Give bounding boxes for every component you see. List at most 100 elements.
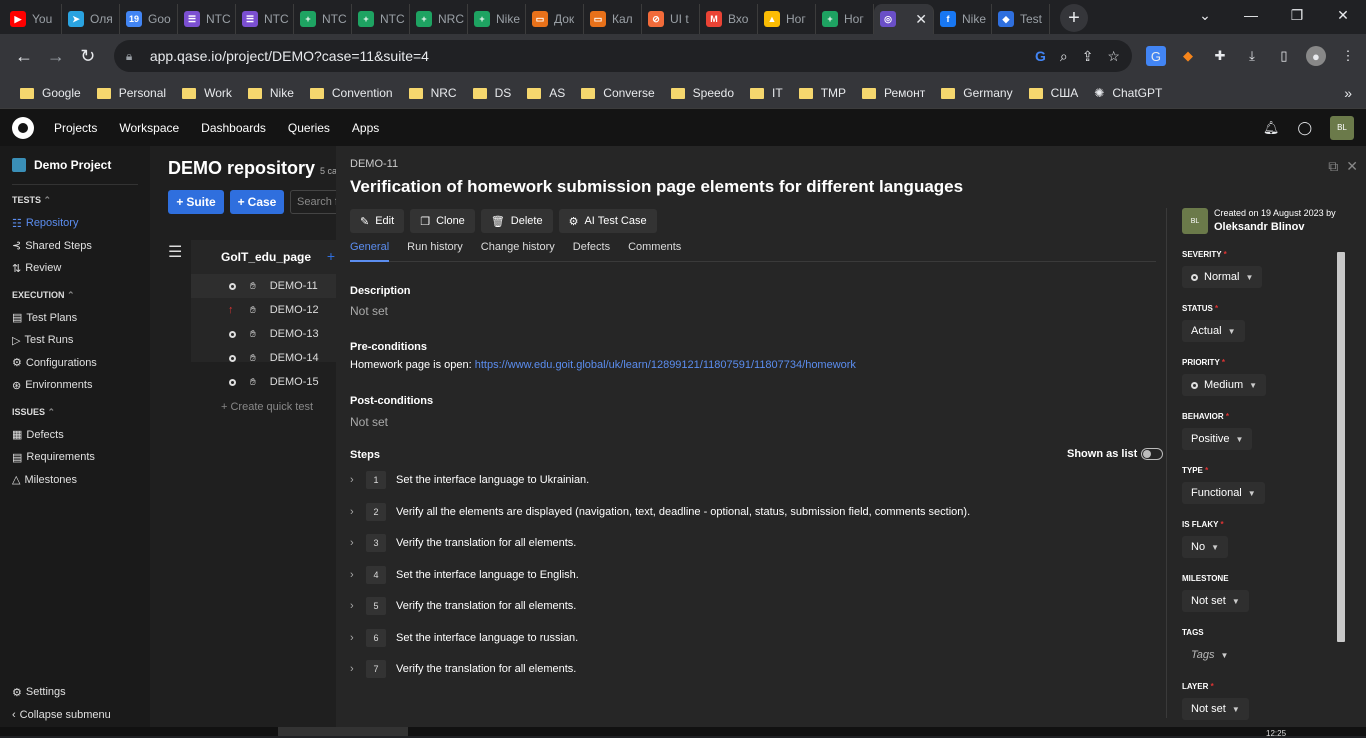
test-step[interactable]: › 6 Set the interface language to russian. (350, 628, 578, 648)
browser-tab[interactable]: ▶ You (4, 4, 62, 34)
qase-logo-icon[interactable] (12, 116, 34, 139)
chevron-right-icon[interactable]: › (350, 506, 366, 518)
test-step[interactable]: › 2 Verify all the elements are displayed … (350, 502, 970, 522)
shown-as-list-toggle[interactable]: Shown as list (1067, 448, 1164, 460)
browser-tab[interactable]: f Nike (934, 4, 992, 34)
bookmark-item[interactable]: ✺ ChatGPT (1086, 81, 1170, 105)
browser-tab[interactable]: ◎ ✕ (874, 4, 934, 34)
add-to-suite-icon[interactable]: + (327, 248, 335, 264)
sidebar-item-test-runs[interactable]: ▷ Test Runs (12, 329, 138, 352)
nav-dashboards[interactable]: Dashboards (201, 121, 266, 135)
sidebar-section-title[interactable]: TESTS ⌃ (12, 195, 138, 206)
browser-tab[interactable]: + Nike (468, 4, 526, 34)
bookmark-item[interactable]: Convention (302, 81, 401, 105)
close-window-icon[interactable]: ✕ (1320, 0, 1366, 30)
chevron-right-icon[interactable]: › (350, 600, 366, 612)
side-panel-icon[interactable]: ▯ (1274, 46, 1294, 66)
more-bookmarks-icon[interactable]: » (1344, 85, 1352, 101)
properties-scrollbar[interactable] (1336, 248, 1346, 718)
field-select-layer[interactable]: Not set ▼ (1182, 698, 1249, 720)
sidebar-item-test-plans[interactable]: ▤ Test Plans (12, 307, 138, 330)
bookmark-item[interactable]: DS (465, 81, 520, 105)
tab-search-icon[interactable]: ⌄ (1182, 0, 1228, 30)
clone-button[interactable]: ❐ Clone (410, 209, 475, 233)
tab-defects[interactable]: Defects (573, 240, 610, 262)
chrome-menu-icon[interactable]: ⋮ (1338, 46, 1358, 66)
restore-icon[interactable]: ❐ (1274, 0, 1320, 30)
add-suite-button[interactable]: + Suite (168, 190, 224, 214)
toggle-switch[interactable] (1141, 448, 1164, 460)
browser-tab[interactable]: + Ног (816, 4, 874, 34)
chevron-right-icon[interactable]: › (350, 569, 366, 581)
chat-bubble-icon[interactable]: ◯ (1297, 120, 1312, 136)
nav-workspace[interactable]: Workspace (119, 121, 179, 135)
browser-tab[interactable]: ◆ Test (992, 4, 1050, 34)
field-select-is-flaky[interactable]: No ▼ (1182, 536, 1228, 558)
case-row[interactable]: ✋︎ DEMO-14 (191, 346, 341, 370)
case-row[interactable]: ✋︎ DEMO-11 (191, 274, 341, 298)
share-icon[interactable]: ⇪ (1082, 48, 1094, 65)
bookmark-item[interactable]: Speedo (663, 81, 742, 105)
chevron-right-icon[interactable]: › (350, 632, 366, 644)
sidebar-item-review[interactable]: ⇅ Review (12, 257, 138, 280)
sidebar-settings[interactable]: ⚙ Settings (12, 681, 111, 704)
homework-link[interactable]: https://www.edu.goit.global/uk/learn/128… (475, 359, 856, 371)
tab-general[interactable]: General (350, 240, 390, 262)
field-select-behavior[interactable]: Positive ▼ (1182, 428, 1253, 450)
test-step[interactable]: › 3 Verify the translation for all element… (350, 533, 576, 553)
browser-tab[interactable]: ⊘ UI t (642, 4, 700, 34)
back-icon[interactable]: ← (8, 40, 40, 72)
browser-tab[interactable]: 19 Goo (120, 4, 178, 34)
chevron-right-icon[interactable]: › (350, 474, 366, 486)
edit-button[interactable]: ✎ Edit (350, 209, 405, 233)
case-row[interactable]: ✋︎ DEMO-13 (191, 322, 341, 346)
test-step[interactable]: › 4 Set the interface language to English. (350, 565, 579, 585)
browser-tab[interactable]: + NRC (410, 4, 468, 34)
browser-tab[interactable]: ▲ Ног (758, 4, 816, 34)
field-select-severity[interactable]: Normal ▼ (1182, 266, 1263, 288)
extensions-puzzle-icon[interactable]: ✚ (1210, 46, 1230, 66)
bookmark-item[interactable]: США (1021, 81, 1087, 105)
browser-tab[interactable]: ☰ NTC (236, 4, 294, 34)
close-tab-icon[interactable]: ✕ (915, 11, 927, 28)
expand-icon[interactable]: ⧉ (1328, 158, 1338, 175)
sidebar-section-title[interactable]: ISSUES ⌃ (12, 407, 138, 418)
browser-tab[interactable]: + NTC (352, 4, 410, 34)
minimize-icon[interactable]: — (1228, 0, 1274, 30)
profile-avatar[interactable]: ● (1305, 46, 1326, 66)
translate-extension-icon[interactable]: G (1145, 46, 1166, 66)
field-select-tags[interactable]: Tags ▼ (1182, 644, 1237, 666)
bookmark-item[interactable]: TMP (791, 81, 854, 105)
test-step[interactable]: › 5 Verify the translation for all element… (350, 596, 576, 616)
sidebar-item-defects[interactable]: ▦ Defects (12, 424, 138, 447)
address-bar[interactable]: 🔒︎ app.qase.io/project/DEMO?case=11&suit… (113, 40, 1132, 72)
close-panel-icon[interactable]: ✕ (1346, 158, 1358, 175)
tab-comments[interactable]: Comments (628, 240, 681, 262)
bookmark-item[interactable]: NRC (401, 81, 465, 105)
nav-queries[interactable]: Queries (288, 121, 330, 135)
add-case-button[interactable]: + Case (230, 190, 284, 214)
sidebar-item-configurations[interactable]: ⚙ Configurations (12, 352, 138, 375)
tab-run-history[interactable]: Run history (407, 240, 463, 262)
download-icon[interactable]: ⤓ (1242, 46, 1262, 66)
bookmark-item[interactable]: Ремонт (854, 81, 933, 105)
forward-icon[interactable]: → (40, 40, 72, 72)
browser-tab[interactable]: M Вхо (700, 4, 758, 34)
bookmark-item[interactable]: AS (519, 81, 573, 105)
create-quick-test[interactable]: + Create quick test (221, 401, 313, 413)
delete-button[interactable]: 🗑︎ Delete (480, 209, 553, 233)
sidebar-section-title[interactable]: EXECUTION ⌃ (12, 290, 138, 301)
browser-tab[interactable]: ➤ Оля (62, 4, 120, 34)
bookmark-item[interactable]: Personal (89, 81, 174, 105)
nav-projects[interactable]: Projects (54, 121, 97, 135)
sidebar-item-environments[interactable]: ⊛ Environments (12, 374, 138, 397)
bookmark-item[interactable]: Converse (573, 81, 662, 105)
chevron-right-icon[interactable]: › (350, 663, 366, 675)
field-select-milestone[interactable]: Not set ▼ (1182, 590, 1249, 612)
bookmark-item[interactable]: IT (742, 81, 791, 105)
test-step[interactable]: › 1 Set the interface language to Ukrainia… (350, 470, 589, 490)
sidebar-item-requirements[interactable]: ▤ Requirements (12, 446, 138, 469)
chevron-right-icon[interactable]: › (350, 537, 366, 549)
taskbar-app[interactable] (278, 727, 408, 736)
new-tab-icon[interactable]: + (1060, 4, 1088, 32)
